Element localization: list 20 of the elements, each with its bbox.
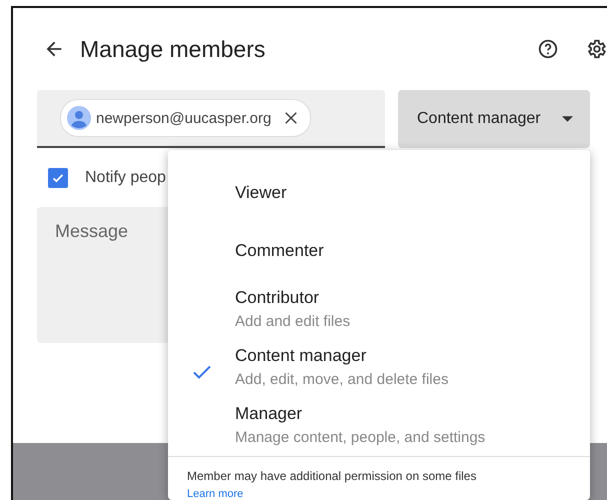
role-option[interactable]: Content manager Add, edit, move, and delete files (168, 338, 590, 396)
permission-note: Member may have additional permission on some files (187, 469, 478, 483)
dialog-title: Manage members (80, 36, 266, 62)
option-description: Add and edit files (235, 313, 350, 330)
caret-icon (562, 116, 573, 122)
avatar-icon (67, 106, 91, 130)
role-option[interactable]: Manager Manage content, people, and settings (168, 396, 590, 454)
notify-label: Notify peop (85, 169, 166, 187)
option-description: Manage content, people, and settings (235, 429, 486, 446)
role-dropdown[interactable]: Content manager (398, 90, 590, 148)
help-icon[interactable] (537, 38, 559, 60)
learn-more-link[interactable]: Learn more (187, 488, 590, 500)
email-text: newperson@uucasper.org (96, 110, 272, 126)
role-option[interactable]: Commenter (168, 222, 590, 280)
settings-icon[interactable] (585, 38, 607, 60)
checkbox[interactable] (48, 168, 68, 188)
role-option[interactable]: Contributor Add and edit files (168, 280, 590, 338)
recipient-field[interactable]: newperson@uucasper.org (37, 90, 385, 148)
role-option[interactable]: Viewer (168, 164, 590, 222)
option-description: Add, edit, move, and delete files (235, 371, 448, 388)
